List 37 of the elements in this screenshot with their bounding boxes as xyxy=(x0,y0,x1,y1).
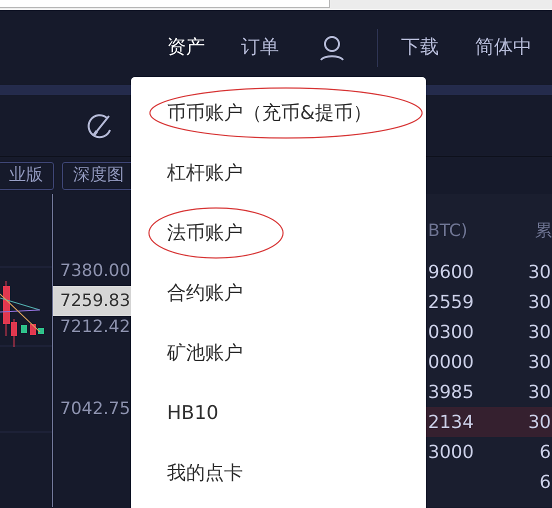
price-label: 7212.42 xyxy=(59,316,132,339)
candle xyxy=(21,325,27,333)
nav-link[interactable]: 订单 xyxy=(241,33,279,62)
candle xyxy=(38,328,44,334)
user-icon[interactable] xyxy=(319,34,345,60)
table-cell-text: 9600 xyxy=(428,260,474,284)
table-cell-text: 6 xyxy=(540,470,552,494)
brush-icon[interactable] xyxy=(87,112,113,138)
column-header: 累 xyxy=(535,220,552,242)
price-label: 7042.75 xyxy=(59,398,132,421)
table-cell-text: 3000 xyxy=(428,440,474,464)
table-cell-text: 30 xyxy=(528,410,552,434)
column-header: BTC) xyxy=(428,220,468,242)
table-cell-text: 30 xyxy=(528,350,552,374)
table-cell-text: 30 xyxy=(528,290,552,314)
menu-item[interactable]: HB10 xyxy=(131,383,426,443)
table-cell-text: 6 xyxy=(540,440,552,464)
nav-link[interactable]: 下载 xyxy=(401,33,439,62)
table-cell-text: 0300 xyxy=(428,320,474,344)
chart-tab[interactable]: 业版 xyxy=(0,162,54,190)
table-cell-text: 30 xyxy=(528,380,552,404)
menu-item[interactable]: 我的点卡 xyxy=(131,443,426,503)
menu-item[interactable]: 矿池账户 xyxy=(131,323,426,383)
address-field[interactable] xyxy=(0,0,330,8)
nav-link[interactable]: 简体中 xyxy=(475,33,532,62)
table-cell-text: 0000 xyxy=(428,350,474,374)
table-cell-text: 30 xyxy=(528,320,552,344)
price-label: 7380.00 xyxy=(59,260,132,283)
table-cell-text: 30 xyxy=(528,260,552,284)
menu-item[interactable]: 法币账户 xyxy=(131,203,426,263)
menu-item[interactable]: 币币账户（充币&提币） xyxy=(131,83,426,143)
table-cell-text: 2134 xyxy=(428,410,474,434)
nav-link[interactable]: 资产 xyxy=(167,33,205,62)
table-cell-text: 3985 xyxy=(428,380,474,404)
price-label: 7259.83 xyxy=(53,286,132,316)
menu-item[interactable]: 合约账户 xyxy=(131,263,426,323)
table-cell-text: 2559 xyxy=(428,290,474,314)
